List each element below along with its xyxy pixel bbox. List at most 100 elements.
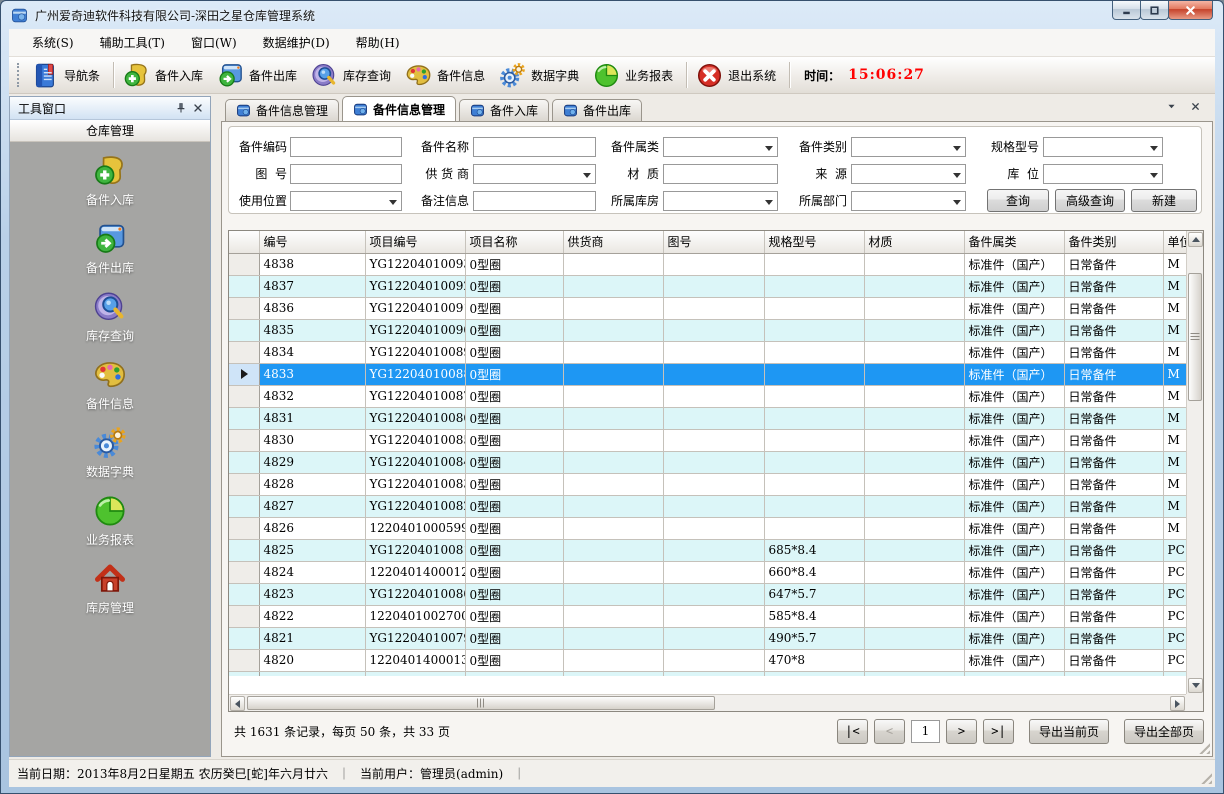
row-indicator-cell[interactable]	[229, 561, 259, 583]
cell[interactable]: 日常备件	[1064, 429, 1163, 451]
cell[interactable]: 标准件（国产）	[964, 407, 1064, 429]
cell[interactable]: 日常备件	[1064, 253, 1163, 275]
column-header-8[interactable]: 备件属类	[964, 231, 1064, 253]
cell[interactable]: 0型圈	[465, 429, 563, 451]
cell[interactable]: 0型圈	[465, 495, 563, 517]
cell[interactable]: 0型圈	[465, 341, 563, 363]
cell[interactable]: 660*8.4	[764, 561, 864, 583]
cell[interactable]	[663, 275, 764, 297]
spec-model-combo[interactable]	[1043, 137, 1163, 157]
cell[interactable]: 4837	[259, 275, 365, 297]
cell[interactable]	[663, 341, 764, 363]
cell[interactable]	[864, 319, 964, 341]
advanced-query-button[interactable]: 高级查询	[1055, 189, 1125, 212]
cell[interactable]: 日常备件	[1064, 275, 1163, 297]
cell[interactable]: 日常备件	[1064, 627, 1163, 649]
cell[interactable]	[764, 495, 864, 517]
cell[interactable]: 4833	[259, 363, 365, 385]
department-combo[interactable]	[851, 191, 966, 211]
cell[interactable]: 日常备件	[1064, 451, 1163, 473]
table-row-4829[interactable]: 4829YG122040100840型圈标准件（国产）日常备件M	[229, 451, 1186, 473]
tab-spare-in[interactable]: 备件入库	[459, 99, 549, 121]
cell[interactable]: 日常备件	[1064, 495, 1163, 517]
table-row-4821[interactable]: 4821YG122040100790型圈490*5.7标准件（国产）日常备件PC	[229, 627, 1186, 649]
cell[interactable]: 日常备件	[1064, 319, 1163, 341]
row-indicator-cell[interactable]	[229, 451, 259, 473]
cell[interactable]	[864, 495, 964, 517]
cell[interactable]: 0型圈	[465, 407, 563, 429]
cell[interactable]: 4821	[259, 627, 365, 649]
cell[interactable]: 0型圈	[465, 253, 563, 275]
cell[interactable]	[663, 561, 764, 583]
cell[interactable]: 1220401400012	[365, 561, 465, 583]
cell[interactable]: YG12204010092	[365, 275, 465, 297]
table-row-4826[interactable]: 482612204010005990型圈标准件（国产）日常备件M	[229, 517, 1186, 539]
cell[interactable]: 4825	[259, 539, 365, 561]
vertical-scrollbar[interactable]	[1186, 231, 1203, 694]
scroll-right-button[interactable]	[1170, 696, 1185, 711]
cell[interactable]: 4831	[259, 407, 365, 429]
cell[interactable]: 0型圈	[465, 385, 563, 407]
row-indicator-cell[interactable]	[229, 539, 259, 561]
menu-item-2[interactable]: 辅助工具(T)	[87, 30, 178, 55]
cell[interactable]	[864, 407, 964, 429]
cell[interactable]: 490*5.7	[764, 627, 864, 649]
cell[interactable]	[663, 429, 764, 451]
cell[interactable]	[563, 517, 663, 539]
cell[interactable]: 标准件（国产）	[964, 473, 1064, 495]
prev-page-button[interactable]: <	[874, 719, 905, 744]
column-header-1[interactable]: 编号	[259, 231, 365, 253]
supplier-combo[interactable]	[473, 164, 596, 184]
cell[interactable]	[563, 583, 663, 605]
cell[interactable]	[663, 495, 764, 517]
next-page-button[interactable]: >	[946, 719, 977, 744]
last-page-button[interactable]: >|	[983, 719, 1014, 744]
cell[interactable]	[563, 385, 663, 407]
toolbar-item-report[interactable]: 业务报表	[588, 59, 682, 92]
cell[interactable]: 标准件（国产）	[964, 363, 1064, 385]
part-category-combo[interactable]	[851, 137, 966, 157]
toolbar-item-data-dict[interactable]: 数据字典	[494, 59, 588, 92]
toolbar-drag-handle[interactable]	[17, 63, 21, 87]
table-row-4823[interactable]: 4823YG122040100800型圈647*5.7标准件（国产）日常备件PC	[229, 583, 1186, 605]
tab-list-button[interactable]	[1163, 98, 1179, 114]
cell[interactable]: YG12204010088	[365, 363, 465, 385]
cell[interactable]: 4832	[259, 385, 365, 407]
row-indicator-cell[interactable]	[229, 605, 259, 627]
cell[interactable]: 标准件（国产）	[964, 297, 1064, 319]
sidebar-item-spare-out[interactable]: 备件出库	[86, 222, 134, 276]
cell[interactable]: 4834	[259, 341, 365, 363]
cell[interactable]: 标准件（国产）	[964, 451, 1064, 473]
cell[interactable]: 0型圈	[465, 605, 563, 627]
cell[interactable]: YG12204010084	[365, 451, 465, 473]
row-indicator-cell[interactable]	[229, 429, 259, 451]
horizontal-scroll-thumb[interactable]	[247, 696, 715, 710]
cell[interactable]: 0型圈	[465, 275, 563, 297]
table-row-4831[interactable]: 4831YG122040100860型圈标准件（国产）日常备件M	[229, 407, 1186, 429]
cell[interactable]: 0型圈	[465, 539, 563, 561]
row-indicator-cell[interactable]	[229, 473, 259, 495]
tab-spare-out[interactable]: 备件出库	[552, 99, 642, 121]
resize-grip-icon[interactable]	[1199, 743, 1210, 754]
cell[interactable]: 4829	[259, 451, 365, 473]
table-row-4838[interactable]: 4838YG122040100930型圈标准件（国产）日常备件M	[229, 253, 1186, 275]
row-indicator-cell[interactable]	[229, 341, 259, 363]
cell[interactable]: M	[1163, 319, 1186, 341]
cell[interactable]	[864, 253, 964, 275]
cell[interactable]	[864, 429, 964, 451]
cell[interactable]: PC	[1163, 627, 1186, 649]
drawing-no-input[interactable]	[290, 164, 402, 184]
scroll-up-button[interactable]	[1188, 232, 1203, 247]
cell[interactable]: 标准件（国产）	[964, 385, 1064, 407]
cell[interactable]: 标准件（国产）	[964, 429, 1064, 451]
column-header-9[interactable]: 备件类别	[1064, 231, 1163, 253]
cell[interactable]: M	[1163, 297, 1186, 319]
cell[interactable]	[663, 319, 764, 341]
first-page-button[interactable]: |<	[837, 719, 868, 744]
sidebar-item-report[interactable]: 业务报表	[86, 494, 134, 548]
cell[interactable]: 日常备件	[1064, 649, 1163, 671]
cell[interactable]	[764, 385, 864, 407]
cell[interactable]: 0型圈	[465, 363, 563, 385]
cell[interactable]: PC	[1163, 649, 1186, 671]
cell[interactable]	[563, 605, 663, 627]
